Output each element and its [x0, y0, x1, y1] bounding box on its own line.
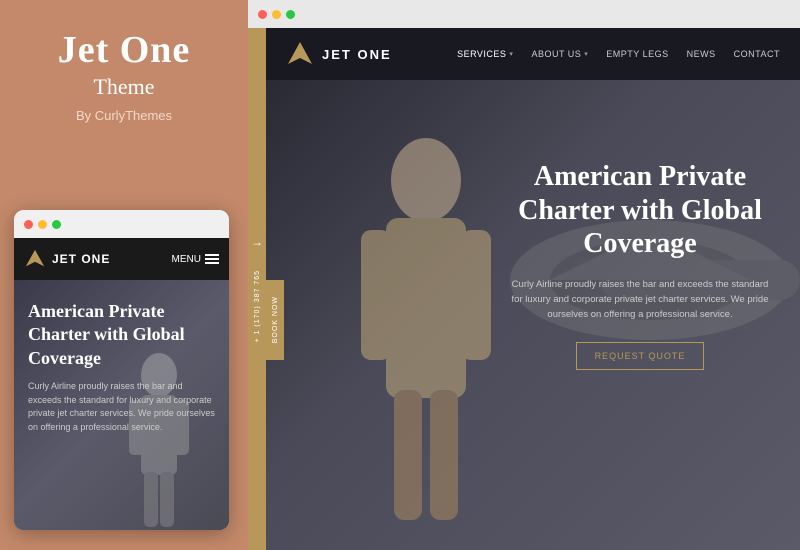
desktop-content: JET ONE SERVICES ▾ ABOUT US ▾ EMPTY LEGS… [266, 28, 800, 550]
desktop-dot-red [258, 10, 267, 19]
sidebar-arrow-icon: → [251, 235, 263, 250]
nav-link-services[interactable]: SERVICES ▾ [457, 49, 513, 59]
desktop-nav: JET ONE SERVICES ▾ ABOUT US ▾ EMPTY LEGS… [266, 28, 800, 80]
right-panel: → + 1 (170) 387 765 JET ONE SERVICES ▾ A… [248, 0, 800, 550]
mobile-menu-button[interactable]: MENU [172, 254, 219, 265]
mobile-mockup: JET ONE MENU [14, 210, 229, 530]
brand-by: By CurlyThemes [76, 108, 172, 123]
dot-red [24, 220, 33, 229]
brand-title: Jet One [58, 30, 191, 72]
desktop-dot-green [286, 10, 295, 19]
mobile-nav: JET ONE MENU [14, 238, 229, 280]
brand-subtitle: Theme [93, 74, 154, 100]
nav-link-contact[interactable]: CONTACT [734, 49, 780, 59]
hero-body: Curly Airline proudly raises the bar and… [510, 277, 770, 323]
book-now-text: BOOK NOW [272, 296, 279, 343]
sidebar-strip: → + 1 (170) 387 765 [248, 28, 266, 550]
dot-yellow [38, 220, 47, 229]
browser-window-controls [248, 0, 800, 28]
desktop-nav-links: SERVICES ▾ ABOUT US ▾ EMPTY LEGS NEWS CO… [457, 49, 780, 59]
nav-link-news[interactable]: NEWS [687, 49, 716, 59]
mobile-logo-text: JET ONE [52, 252, 110, 266]
nav-link-empty-legs[interactable]: EMPTY LEGS [606, 49, 668, 59]
book-now-strip[interactable]: BOOK NOW [266, 280, 284, 360]
sidebar-phone-number: + 1 (170) 387 765 [254, 270, 261, 342]
desktop-logo-icon [286, 40, 314, 68]
mobile-hero: American Private Charter with Global Cov… [14, 280, 229, 530]
mobile-logo: JET ONE [24, 248, 110, 270]
hero-title: American Private Charter with Global Cov… [510, 160, 770, 261]
left-panel: Jet One Theme By CurlyThemes JET ONE MEN… [0, 0, 248, 550]
desktop-hero-text: American Private Charter with Global Cov… [510, 160, 770, 370]
mobile-logo-icon [24, 248, 46, 270]
desktop-logo: JET ONE [286, 40, 392, 68]
mobile-menu-label: MENU [172, 254, 201, 265]
desktop-hero-person [346, 130, 506, 550]
hamburger-icon [205, 254, 219, 264]
mobile-window-controls [14, 210, 229, 238]
dot-green [52, 220, 61, 229]
desktop-dot-yellow [272, 10, 281, 19]
mobile-hero-title: American Private Charter with Global Cov… [28, 300, 215, 370]
nav-link-about[interactable]: ABOUT US ▾ [531, 49, 588, 59]
mobile-hero-content: American Private Charter with Global Cov… [28, 300, 215, 434]
mobile-hero-body: Curly Airline proudly raises the bar and… [28, 380, 215, 434]
desktop-logo-text: JET ONE [322, 47, 392, 62]
request-quote-button[interactable]: REQUEST QUOTE [576, 342, 705, 370]
desktop-hero: BOOK NOW American Private Charter with G… [266, 80, 800, 550]
